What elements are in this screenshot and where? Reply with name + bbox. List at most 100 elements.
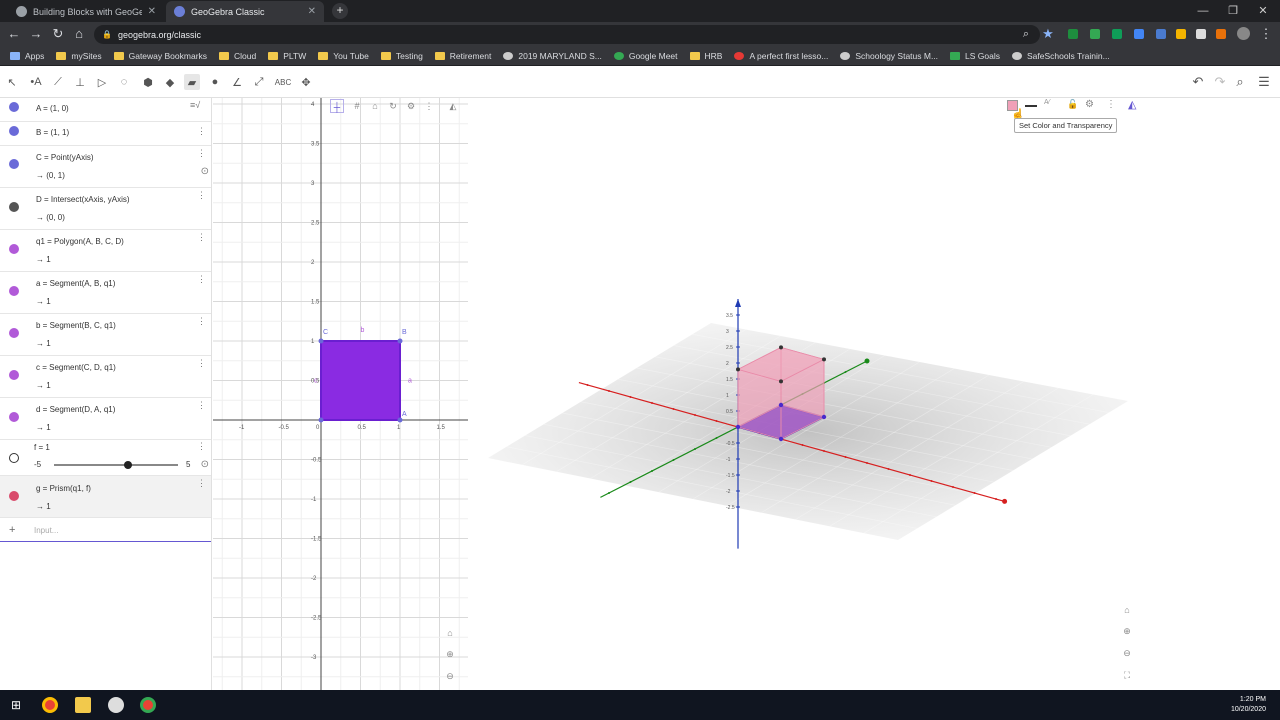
visibility-toggle[interactable] <box>9 286 19 296</box>
redo-icon[interactable]: ↷ <box>1212 74 1228 90</box>
main-menu-icon[interactable]: ☰ <box>1256 74 1272 90</box>
chrome-icon[interactable] <box>42 697 58 713</box>
profile-avatar[interactable] <box>1237 27 1250 40</box>
bookmark-item[interactable]: You Tube <box>318 51 369 61</box>
tab-geogebra-classic[interactable]: GeoGebra Classic ✕ <box>166 1 324 22</box>
algebra-row[interactable]: b = Segment(B, C, q1) → 1 ⋮ <box>0 314 211 356</box>
visibility-toggle[interactable] <box>9 244 19 254</box>
zoom-out-icon[interactable]: ⊖ <box>1120 646 1134 660</box>
home-icon[interactable]: ⌂ <box>1120 603 1134 617</box>
slider-track[interactable] <box>54 464 178 466</box>
intersect-surfaces-tool-icon[interactable]: ⬢ <box>140 74 156 90</box>
minimize-button[interactable]: — <box>1188 0 1218 22</box>
visibility-toggle[interactable] <box>9 370 19 380</box>
algebra-row[interactable]: c = Segment(C, D, q1) → 1 ⋮ <box>0 356 211 398</box>
home-icon[interactable]: ⌂ <box>443 626 457 640</box>
graphics-2d-canvas[interactable]: -1 -0.5 0 0.5 1 1.543.532.521.510.5-0.5-1-1.5… <box>213 98 468 690</box>
bookmark-item[interactable]: A perfect first lesso... <box>734 51 828 61</box>
search-icon[interactable]: ⌕ <box>1018 26 1034 42</box>
algebra-row-slider[interactable]: f = 1 -5 5 ⋮ ⊙ <box>0 440 211 476</box>
bookmark-apps[interactable]: Apps <box>10 51 44 61</box>
bookmark-item[interactable]: LS Goals <box>950 51 1000 61</box>
extension-icon[interactable] <box>1134 29 1144 39</box>
row-menu-icon[interactable]: ⋮ <box>197 274 206 285</box>
row-menu-icon[interactable]: ⋮ <box>197 126 206 137</box>
fullscreen-icon[interactable]: ⛶ <box>1120 668 1134 682</box>
play-animation-icon[interactable]: ⊙ <box>201 166 209 177</box>
algebra-row[interactable]: B = (1, 1) ⋮ <box>0 122 211 146</box>
axes-toggle-icon[interactable]: ┼ <box>330 99 344 113</box>
row-menu-icon[interactable]: ⋮ <box>197 232 206 243</box>
bookmark-item[interactable]: Testing <box>380 51 423 61</box>
bookmark-star-icon[interactable]: ★ <box>1040 26 1056 42</box>
line-style-icon[interactable] <box>1025 105 1037 107</box>
bookmark-item[interactable]: Cloud <box>219 51 256 61</box>
algebra-row-selected[interactable]: g = Prism(q1, f) → 1 ⋮ <box>0 476 211 518</box>
visibility-toggle[interactable] <box>9 126 19 136</box>
graphics-3d-canvas[interactable]: 3.5 3 2.5 2 1.5 1 0.5 -0.5 -1 -1.5 -2 -2.5 <box>468 98 1280 690</box>
view-menu-icon[interactable]: ⋮ <box>1106 99 1116 110</box>
bookmark-item[interactable]: mySites <box>56 51 102 61</box>
slider-thumb[interactable] <box>124 461 133 469</box>
new-tab-button[interactable]: + <box>332 3 348 19</box>
visibility-toggle[interactable] <box>9 102 19 112</box>
search-icon[interactable]: ⌕ <box>1232 74 1248 90</box>
chrome-icon[interactable] <box>140 697 156 713</box>
tab-building-blocks[interactable]: Building Blocks with GeoGebra ✕ <box>8 1 164 22</box>
algebra-row[interactable]: d = Segment(D, A, q1) → 1 ⋮ <box>0 398 211 440</box>
extrude-tool-icon[interactable]: ▰ <box>184 74 200 90</box>
bookmark-item[interactable]: HRB <box>689 51 722 61</box>
extension-icon[interactable] <box>1176 29 1186 39</box>
chrome-menu-icon[interactable]: ⋮ <box>1258 26 1274 42</box>
extensions-puzzle-icon[interactable] <box>1196 29 1206 39</box>
extension-icon[interactable] <box>1216 29 1226 39</box>
zoom-out-icon[interactable]: ⊖ <box>443 669 457 683</box>
move-tool-icon[interactable]: ↖ <box>4 74 20 90</box>
bookmark-item[interactable]: Retirement <box>434 51 491 61</box>
algebra-input[interactable]: + Input... <box>0 520 211 542</box>
algebra-row[interactable]: a = Segment(A, B, q1) → 1 ⋮ <box>0 272 211 314</box>
grid-toggle-icon[interactable]: # <box>350 99 364 113</box>
pyramid-tool-icon[interactable]: ◆ <box>162 74 178 90</box>
extension-icon[interactable] <box>1090 29 1100 39</box>
row-menu-icon[interactable]: ⋮ <box>197 316 206 327</box>
extension-icon[interactable] <box>1068 29 1078 39</box>
perpendicular-tool-icon[interactable]: ⊥ <box>72 74 88 90</box>
bookmark-item[interactable]: PLTW <box>268 51 306 61</box>
file-explorer-icon[interactable] <box>75 697 91 713</box>
graphics-view-2d[interactable]: -1 -0.5 0 0.5 1 1.5 4 3.5 3 2.5 2 1.5 1 0.5 -0.5 -1 -1.5… <box>213 98 468 690</box>
visibility-toggle[interactable] <box>9 491 19 501</box>
row-menu-icon[interactable]: ⋮ <box>197 148 206 159</box>
row-menu-icon[interactable]: ⋮ <box>197 358 206 369</box>
visibility-toggle[interactable] <box>9 159 19 169</box>
circle-tool-icon[interactable]: ◌ <box>116 74 132 90</box>
reload-icon[interactable]: ↻ <box>50 26 66 42</box>
point-capture-icon[interactable]: ↻ <box>386 99 400 113</box>
extension-icon[interactable] <box>1156 29 1166 39</box>
move-view-tool-icon[interactable]: ✥ <box>298 74 314 90</box>
style-bar-toggle-icon[interactable]: ◭ <box>446 99 460 113</box>
windows-start-icon[interactable]: ⊞ <box>8 697 24 713</box>
close-tab-icon[interactable]: ✕ <box>308 6 316 17</box>
view-menu-icon[interactable]: ⋮ <box>422 99 436 113</box>
algebra-row[interactable]: q1 = Polygon(A, B, C, D) → 1 ⋮ <box>0 230 211 272</box>
back-icon[interactable]: ← <box>6 26 22 42</box>
app-icon[interactable] <box>108 697 124 713</box>
style-bar-toggle-icon[interactable]: ◭ <box>1128 98 1136 111</box>
extension-icon[interactable] <box>1112 29 1122 39</box>
undo-icon[interactable]: ↶ <box>1190 74 1206 90</box>
angle-tool-icon[interactable]: ∠ <box>229 74 245 90</box>
gear-icon[interactable]: ⚙ <box>404 99 418 113</box>
algebra-row[interactable]: C = Point(yAxis) → (0, 1) ⋮ ⊙ <box>0 146 211 188</box>
lock-icon[interactable]: 🔓 <box>1067 99 1078 110</box>
row-menu-icon[interactable]: ⋮ <box>197 400 206 411</box>
visibility-toggle[interactable] <box>9 328 19 338</box>
zoom-in-icon[interactable]: ⊕ <box>443 647 457 661</box>
polygon-tool-icon[interactable]: ▷ <box>94 74 110 90</box>
bookmark-item[interactable]: Gateway Bookmarks <box>113 51 207 61</box>
visibility-toggle[interactable] <box>9 412 19 422</box>
label-style-icon[interactable]: A⁄ <box>1044 99 1050 106</box>
play-animation-icon[interactable]: ⊙ <box>201 459 209 470</box>
visibility-toggle[interactable] <box>9 453 19 463</box>
home-icon[interactable]: ⌂ <box>71 26 87 42</box>
